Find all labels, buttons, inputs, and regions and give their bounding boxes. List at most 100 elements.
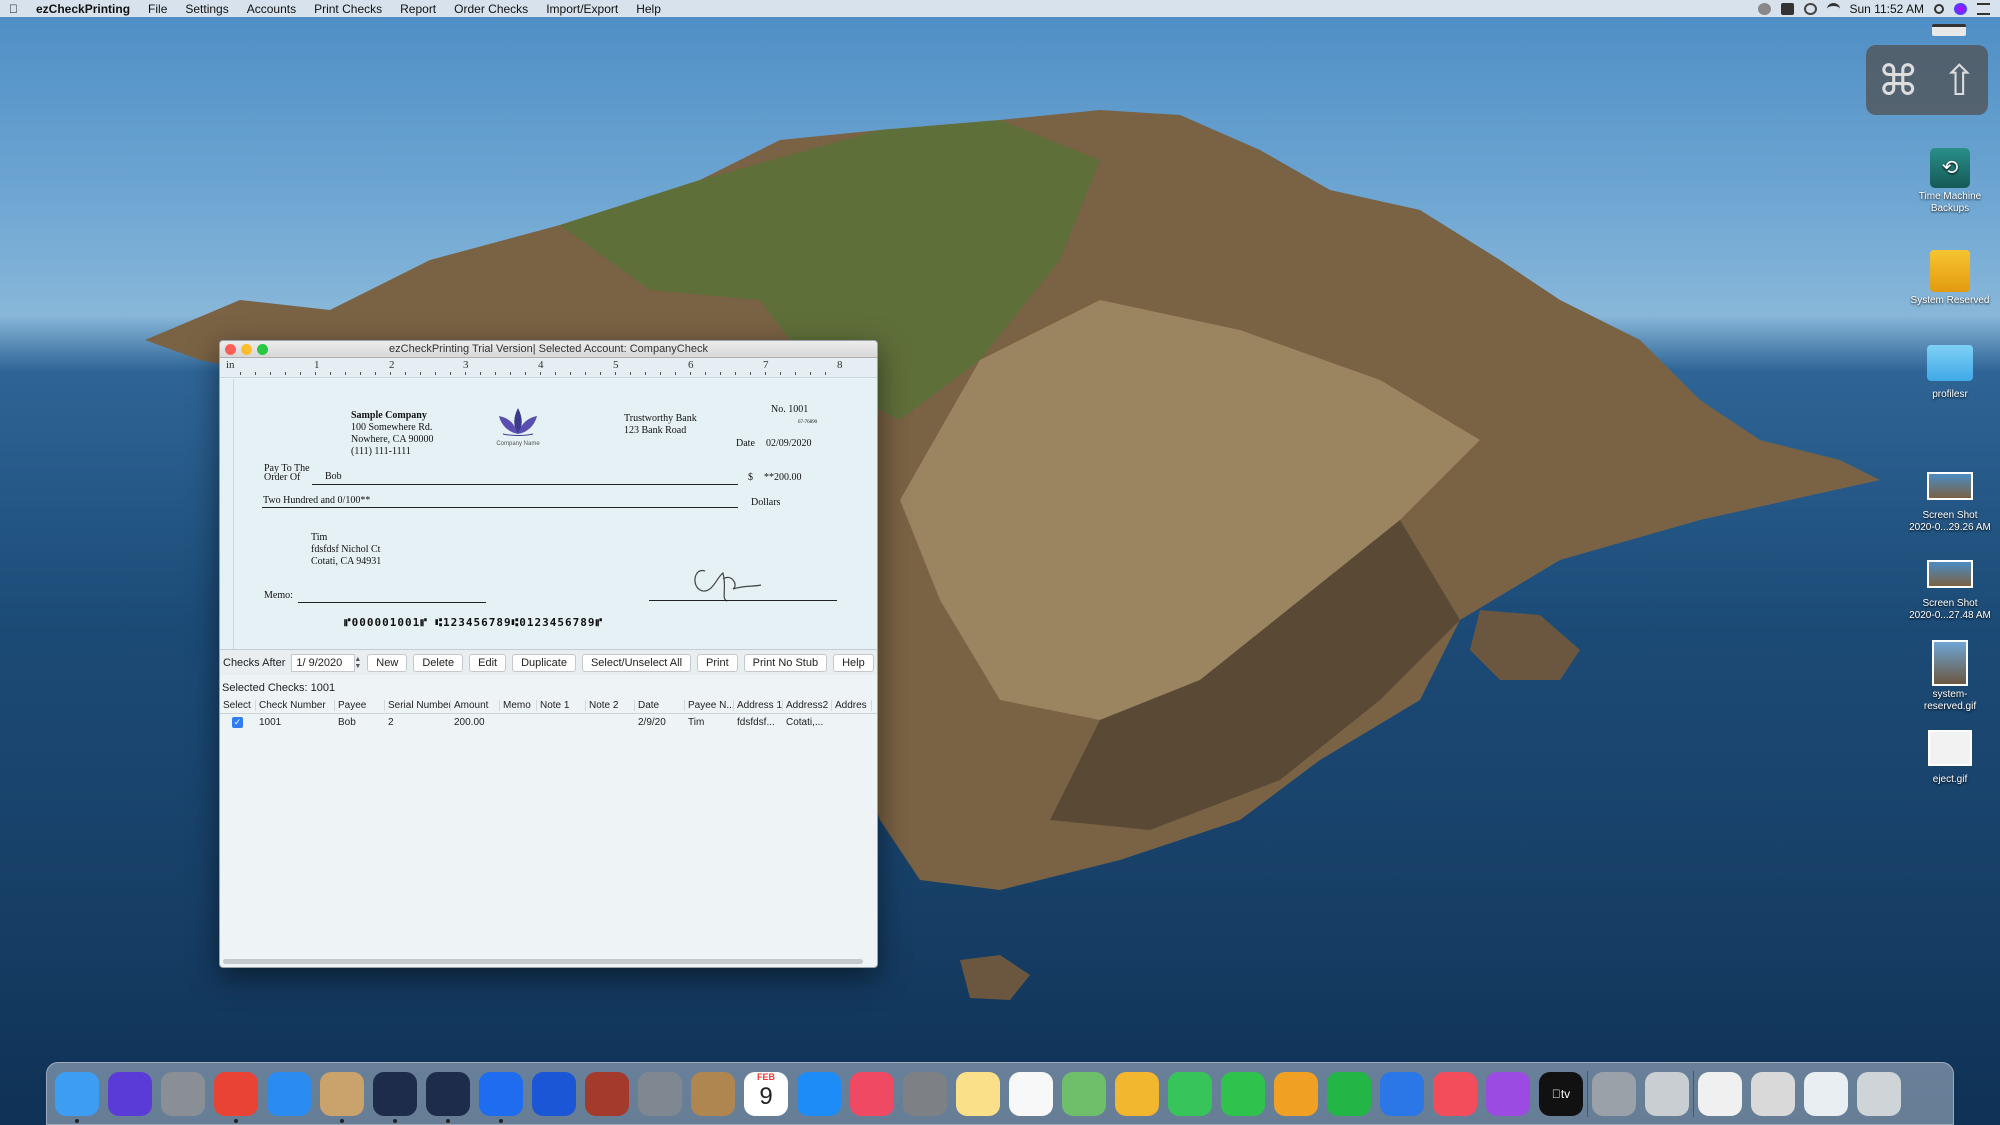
notification-center-icon[interactable] bbox=[1977, 2, 1990, 15]
dock-news-icon[interactable] bbox=[1433, 1072, 1477, 1116]
dock-apple-tv-icon[interactable]: tv bbox=[1539, 1072, 1583, 1116]
date-stepper-icon[interactable]: ▲ ▼ bbox=[354, 656, 361, 670]
dock-facetime-icon[interactable] bbox=[1221, 1072, 1265, 1116]
micr-line: ⑈000001001⑈ ⑆123456789⑆0123456789⑈ bbox=[344, 616, 604, 629]
ruler-tick bbox=[735, 372, 736, 375]
dock-app-store-icon[interactable] bbox=[797, 1072, 841, 1116]
window-titlebar[interactable]: ezCheckPrinting Trial Version| Selected … bbox=[220, 341, 877, 358]
app-menu[interactable]: ezCheckPrinting bbox=[27, 2, 139, 16]
col-payee[interactable]: Payee bbox=[335, 700, 385, 711]
menu-import-export[interactable]: Import/Export bbox=[537, 2, 627, 16]
dock-scanner-icon[interactable] bbox=[1645, 1072, 1689, 1116]
print-button[interactable]: Print bbox=[697, 653, 738, 672]
dock-system-preferences-icon[interactable] bbox=[903, 1072, 947, 1116]
col-check-number[interactable]: Check Number bbox=[256, 700, 335, 711]
desktop-icon-screenshot-2[interactable]: Screen Shot 2020-0...27.48 AM bbox=[1890, 560, 2000, 622]
ruler-tick bbox=[720, 372, 721, 375]
col-serial-number[interactable]: Serial Number bbox=[385, 700, 451, 711]
col-payee-name[interactable]: Payee N... bbox=[685, 700, 734, 711]
malwarebytes-icon[interactable] bbox=[1780, 2, 1794, 15]
help-button[interactable]: Help bbox=[833, 653, 874, 672]
dock-finder-icon[interactable] bbox=[55, 1072, 99, 1116]
dock-numbers-icon[interactable] bbox=[1327, 1072, 1371, 1116]
dock-contacts-icon[interactable] bbox=[691, 1072, 735, 1116]
desktop-icon-system-reserved[interactable]: System Reserved bbox=[1890, 250, 2000, 307]
desktop-icon-screenshot-1[interactable]: Screen Shot 2020-0...29.26 AM bbox=[1890, 472, 2000, 534]
apple-icon[interactable]:  bbox=[0, 2, 27, 16]
dock-file-icon[interactable] bbox=[1698, 1072, 1742, 1116]
dock-downloads-icon[interactable] bbox=[1804, 1072, 1848, 1116]
col-note-2[interactable]: Note 2 bbox=[586, 700, 635, 711]
horizontal-scrollbar[interactable] bbox=[223, 959, 863, 964]
desktop-icon-system-reserved-gif[interactable]: system-reserved.gif bbox=[1890, 640, 2000, 713]
minimize-button[interactable] bbox=[241, 344, 252, 355]
dock-malwarebytes-icon[interactable] bbox=[532, 1072, 576, 1116]
menu-report[interactable]: Report bbox=[391, 2, 445, 16]
dock-ezcheck-2-icon[interactable] bbox=[426, 1072, 470, 1116]
siri-icon[interactable] bbox=[1954, 2, 1967, 15]
duplicate-button[interactable]: Duplicate bbox=[512, 653, 576, 672]
close-button[interactable] bbox=[225, 344, 236, 355]
select-unselect-all-button[interactable]: Select/Unselect All bbox=[581, 653, 692, 672]
dock-dictionary-icon[interactable] bbox=[585, 1072, 629, 1116]
dock-keynote-icon[interactable] bbox=[1380, 1072, 1424, 1116]
menu-help[interactable]: Help bbox=[627, 2, 670, 16]
menu-order-checks[interactable]: Order Checks bbox=[445, 2, 537, 16]
ruler-tick bbox=[540, 372, 541, 375]
dock-pages-icon[interactable] bbox=[1274, 1072, 1318, 1116]
row-checkbox[interactable]: ✓ bbox=[232, 716, 243, 728]
dock-maps-icon[interactable] bbox=[1062, 1072, 1106, 1116]
date-label: Date bbox=[736, 438, 755, 449]
spotlight-search-icon[interactable] bbox=[1934, 3, 1944, 14]
time-machine-icon[interactable] bbox=[1803, 2, 1817, 15]
col-note-1[interactable]: Note 1 bbox=[537, 700, 586, 711]
select-cell[interactable]: ✓ bbox=[220, 716, 256, 728]
desktop-icon-drive[interactable] bbox=[1932, 24, 1966, 36]
dock-printer-icon[interactable] bbox=[1751, 1072, 1795, 1116]
dock-music-icon[interactable] bbox=[850, 1072, 894, 1116]
edit-button[interactable]: Edit bbox=[469, 653, 507, 672]
col-address-1[interactable]: Address 1 bbox=[734, 700, 783, 711]
dock-wps-icon[interactable] bbox=[479, 1072, 523, 1116]
col-address-3[interactable]: Addres bbox=[832, 700, 872, 711]
dock-utility-icon[interactable] bbox=[1592, 1072, 1636, 1116]
print-no-stub-button[interactable]: Print No Stub bbox=[743, 653, 828, 672]
dock-photos-icon[interactable] bbox=[1115, 1072, 1159, 1116]
menu-accounts[interactable]: Accounts bbox=[238, 2, 305, 16]
zoom-button[interactable] bbox=[257, 344, 268, 355]
wifi-icon[interactable] bbox=[1826, 2, 1840, 15]
dock-preview-bird-icon[interactable] bbox=[320, 1072, 364, 1116]
calendar-day: 9 bbox=[759, 1083, 773, 1110]
desktop-icon-profilesr[interactable]: profilesr bbox=[1890, 345, 2000, 401]
new-button[interactable]: New bbox=[367, 653, 408, 672]
dock-image-capture-icon[interactable] bbox=[638, 1072, 682, 1116]
col-address-2[interactable]: Address2 bbox=[783, 700, 832, 711]
dock-calendar-icon[interactable]: FEB 9 bbox=[744, 1072, 788, 1116]
dock-launchpad-icon[interactable] bbox=[161, 1072, 205, 1116]
menu-print-checks[interactable]: Print Checks bbox=[305, 2, 391, 16]
col-amount[interactable]: Amount bbox=[451, 700, 500, 711]
col-date[interactable]: Date bbox=[635, 700, 685, 711]
desktop-icon-time-machine[interactable]: ⟲ Time Machine Backups bbox=[1890, 148, 2000, 215]
dock-ezcheck-1-icon[interactable] bbox=[373, 1072, 417, 1116]
desktop-icon-eject-gif[interactable]: eject.gif bbox=[1890, 730, 2000, 786]
dock-safari-icon[interactable] bbox=[267, 1072, 311, 1116]
menu-settings[interactable]: Settings bbox=[176, 2, 237, 16]
col-memo[interactable]: Memo bbox=[500, 700, 537, 711]
ruler-tick bbox=[630, 372, 631, 375]
col-select[interactable]: Select bbox=[220, 700, 256, 711]
dock-trash-icon[interactable] bbox=[1857, 1072, 1901, 1116]
delete-button[interactable]: Delete bbox=[413, 653, 464, 672]
table-row[interactable]: ✓ 1001 Bob 2 200.00 2/9/20 Tim fdsfdsf..… bbox=[220, 714, 877, 730]
dock-reminders-icon[interactable] bbox=[1009, 1072, 1053, 1116]
menu-file[interactable]: File bbox=[139, 2, 176, 16]
dock-siri-icon[interactable] bbox=[108, 1072, 152, 1116]
creative-cloud-icon[interactable] bbox=[1757, 2, 1771, 15]
checks-after-date-field[interactable]: 1/ 9/2020 bbox=[291, 653, 356, 672]
clock[interactable]: Sun 11:52 AM bbox=[1850, 2, 1925, 16]
dock-podcasts-icon[interactable] bbox=[1486, 1072, 1530, 1116]
dock-notes-icon[interactable] bbox=[956, 1072, 1000, 1116]
dock-messages-icon[interactable] bbox=[1168, 1072, 1212, 1116]
ruler-unit: in bbox=[226, 359, 235, 371]
dock-chrome-icon[interactable] bbox=[214, 1072, 258, 1116]
